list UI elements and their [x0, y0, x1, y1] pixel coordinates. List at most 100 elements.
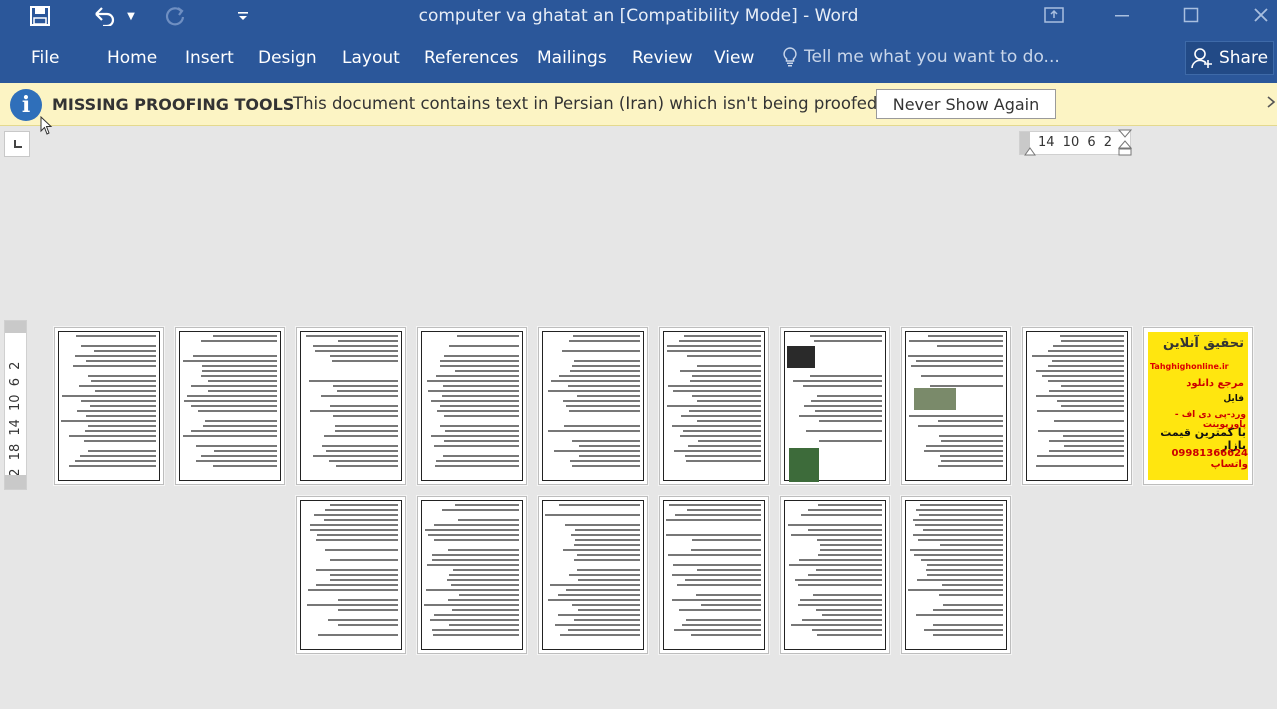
ribbon-tabs: File Home Insert Design Layout Reference… — [0, 34, 1277, 83]
page-thumbnail[interactable] — [417, 327, 527, 485]
text-line — [908, 589, 1003, 591]
text-line — [909, 415, 1003, 417]
text-line — [579, 455, 640, 457]
vertical-ruler-numbers: 22 18 14 10 6 2 — [8, 361, 23, 485]
text-line — [1061, 340, 1124, 342]
text-line — [337, 390, 398, 392]
text-line — [444, 440, 519, 442]
text-line — [696, 594, 761, 596]
text-line — [569, 340, 640, 342]
text-line — [196, 460, 277, 462]
text-line — [458, 519, 519, 521]
text-line — [187, 395, 277, 397]
text-line — [202, 365, 277, 367]
left-indent-marker-icon[interactable] — [1024, 144, 1036, 156]
vertical-ruler[interactable]: 22 18 14 10 6 2 — [4, 320, 27, 490]
text-line — [459, 594, 519, 596]
tab-mailings[interactable]: Mailings — [537, 48, 607, 68]
text-line — [579, 445, 640, 447]
tab-insert[interactable]: Insert — [185, 48, 234, 68]
text-line — [77, 410, 156, 412]
page-thumbnail[interactable] — [780, 327, 890, 485]
text-line — [575, 529, 640, 531]
tab-design[interactable]: Design — [258, 48, 317, 68]
tab-review[interactable]: Review — [632, 48, 693, 68]
text-line — [810, 335, 882, 337]
text-line — [322, 445, 398, 447]
text-line — [79, 385, 156, 387]
text-line — [692, 375, 761, 377]
text-line — [910, 549, 1003, 551]
ribbon-display-options-icon[interactable] — [1031, 0, 1077, 30]
page-thumbnail[interactable] — [538, 496, 648, 654]
page-thumbnail[interactable] — [659, 496, 769, 654]
tab-file[interactable]: File — [31, 48, 59, 68]
text-line — [184, 400, 277, 402]
page-thumbnail[interactable] — [659, 327, 769, 485]
page-thumbnail[interactable] — [54, 327, 164, 485]
text-line — [330, 559, 398, 561]
close-icon[interactable] — [1238, 0, 1277, 30]
text-line — [434, 524, 519, 526]
text-line — [941, 440, 1003, 442]
text-line — [798, 584, 882, 586]
text-line — [330, 504, 398, 506]
text-line — [672, 599, 761, 601]
text-line — [673, 564, 761, 566]
text-line — [571, 534, 640, 536]
indent-marker-icon[interactable] — [1118, 129, 1132, 157]
text-line — [817, 539, 882, 541]
text-line — [923, 529, 1003, 531]
text-line — [444, 415, 519, 417]
text-line — [315, 350, 398, 352]
text-line — [434, 445, 519, 447]
share-button[interactable]: Share — [1185, 41, 1274, 75]
text-line — [202, 370, 277, 372]
text-line — [336, 465, 398, 467]
page-thumbnail[interactable] — [175, 327, 285, 485]
text-line — [95, 390, 156, 392]
tab-selector[interactable] — [4, 131, 30, 157]
text-line — [1061, 385, 1124, 387]
text-line — [939, 435, 1003, 437]
close-message-icon[interactable] — [1266, 93, 1276, 114]
text-line — [692, 539, 761, 541]
text-line — [1053, 345, 1124, 347]
text-line — [666, 534, 761, 536]
page-thumbnail[interactable] — [296, 496, 406, 654]
text-line — [69, 465, 156, 467]
text-line — [920, 504, 1003, 506]
text-line — [914, 554, 1003, 556]
tab-layout[interactable]: Layout — [342, 48, 400, 68]
page-thumbnail[interactable] — [417, 496, 527, 654]
page-thumbnail-ad[interactable]: تحقیق آنلاین Tahghighonline.ir مرجع دانل… — [1143, 327, 1253, 485]
text-line — [455, 370, 519, 372]
text-line — [440, 405, 519, 407]
page-thumbnail[interactable] — [901, 496, 1011, 654]
text-line — [806, 430, 882, 432]
page-thumbnail[interactable] — [538, 327, 648, 485]
text-line — [554, 450, 640, 452]
text-line — [325, 549, 398, 551]
never-show-again-button[interactable]: Never Show Again — [876, 89, 1056, 119]
text-line — [550, 584, 640, 586]
text-line — [930, 385, 1003, 387]
text-line — [928, 335, 1003, 337]
tab-view[interactable]: View — [714, 48, 754, 68]
page-thumbnail[interactable] — [780, 496, 890, 654]
horizontal-ruler[interactable]: 14 10 6 2 — [1019, 129, 1132, 157]
word-window: ▼ computer va ghatat an [Compatibility M… — [0, 0, 1277, 709]
tab-references[interactable]: References — [424, 48, 518, 68]
minimize-icon[interactable] — [1099, 0, 1145, 30]
tab-home[interactable]: Home — [107, 48, 157, 68]
text-line — [1036, 395, 1124, 397]
tell-me-search[interactable]: Tell me what you want to do... — [782, 47, 1060, 67]
text-line — [338, 624, 398, 626]
text-line — [437, 410, 519, 412]
page-thumbnail[interactable] — [1022, 327, 1132, 485]
text-line — [545, 514, 640, 516]
message-text: This document contains text in Persian (… — [293, 94, 883, 113]
page-thumbnail[interactable] — [901, 327, 1011, 485]
page-thumbnail[interactable] — [296, 327, 406, 485]
restore-icon[interactable] — [1168, 0, 1214, 30]
